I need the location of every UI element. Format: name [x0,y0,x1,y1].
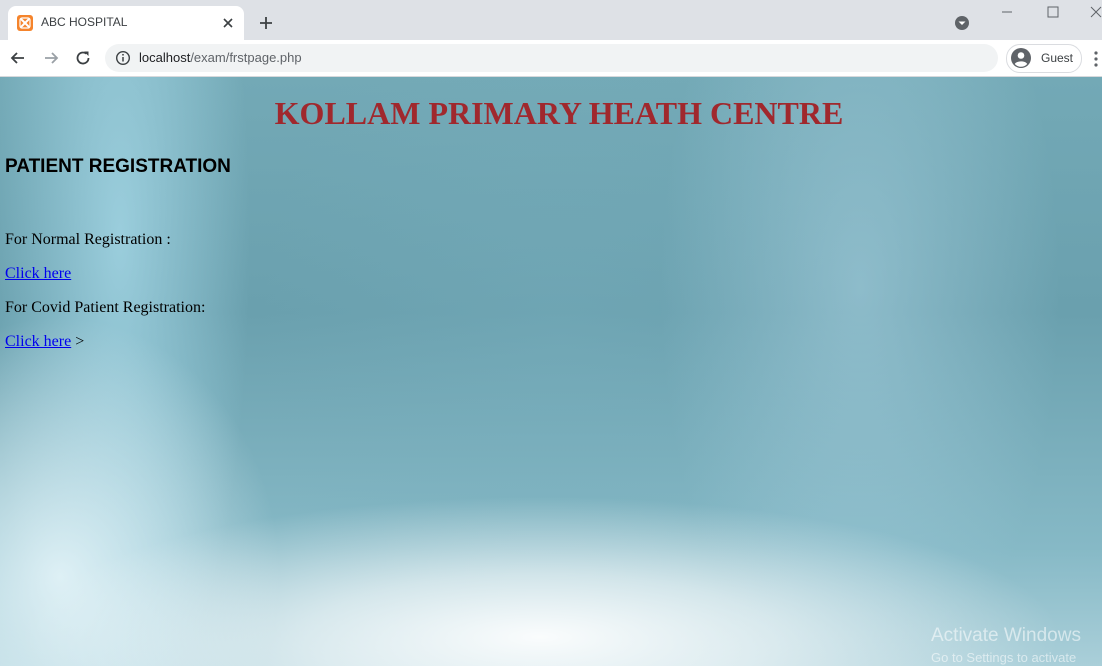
covid-registration-label: For Covid Patient Registration: [5,299,206,316]
close-window-icon[interactable] [1088,4,1102,20]
forward-arrow-icon[interactable] [41,48,61,68]
maximize-window-icon[interactable] [1043,4,1063,20]
new-tab-plus-icon[interactable] [257,14,275,32]
tab-search-icon[interactable] [954,15,970,31]
section-title: PATIENT REGISTRATION [5,156,231,177]
covid-trailing-text: > [71,333,85,350]
kebab-menu-icon[interactable] [1090,50,1102,68]
minimize-window-icon[interactable] [997,4,1017,20]
covid-registration-line: Click here > [5,333,84,351]
url-text: localhost/exam/frstpage.php [139,50,302,65]
profile-avatar-icon [1011,48,1031,68]
address-bar[interactable]: localhost/exam/frstpage.php [105,44,998,72]
site-info-icon[interactable] [115,50,131,66]
watermark-title: Activate Windows [931,625,1081,646]
close-tab-icon[interactable] [220,15,236,31]
watermark-subtitle: Go to Settings to activate [931,650,1077,665]
normal-registration-label: For Normal Registration : [5,231,171,248]
url-path: /exam/frstpage.php [190,50,302,65]
browser-tab[interactable]: ABC HOSPITAL [8,6,244,40]
url-host: localhost [139,50,191,65]
browser-toolbar: localhost/exam/frstpage.php Guest [0,40,1102,77]
profile-label: Guest [1041,51,1074,65]
normal-registration-link[interactable]: Click here [5,265,71,282]
back-arrow-icon[interactable] [8,48,28,68]
normal-registration-line: Click here [5,265,71,283]
tab-strip: ABC HOSPITAL [0,0,1102,40]
page-heading: KOLLAM PRIMARY HEATH CENTRE [274,95,844,131]
page-viewport: KOLLAM PRIMARY HEATH CENTRE PATIENT REGI… [0,77,1102,666]
reload-icon[interactable] [73,48,93,68]
activate-windows-watermark: Activate Windows Go to Settings to activ… [931,625,1081,665]
xampp-favicon-icon [17,15,33,31]
covid-registration-link[interactable]: Click here [5,333,71,350]
tab-title: ABC HOSPITAL [41,15,128,29]
profile-button[interactable]: Guest [1006,44,1082,73]
